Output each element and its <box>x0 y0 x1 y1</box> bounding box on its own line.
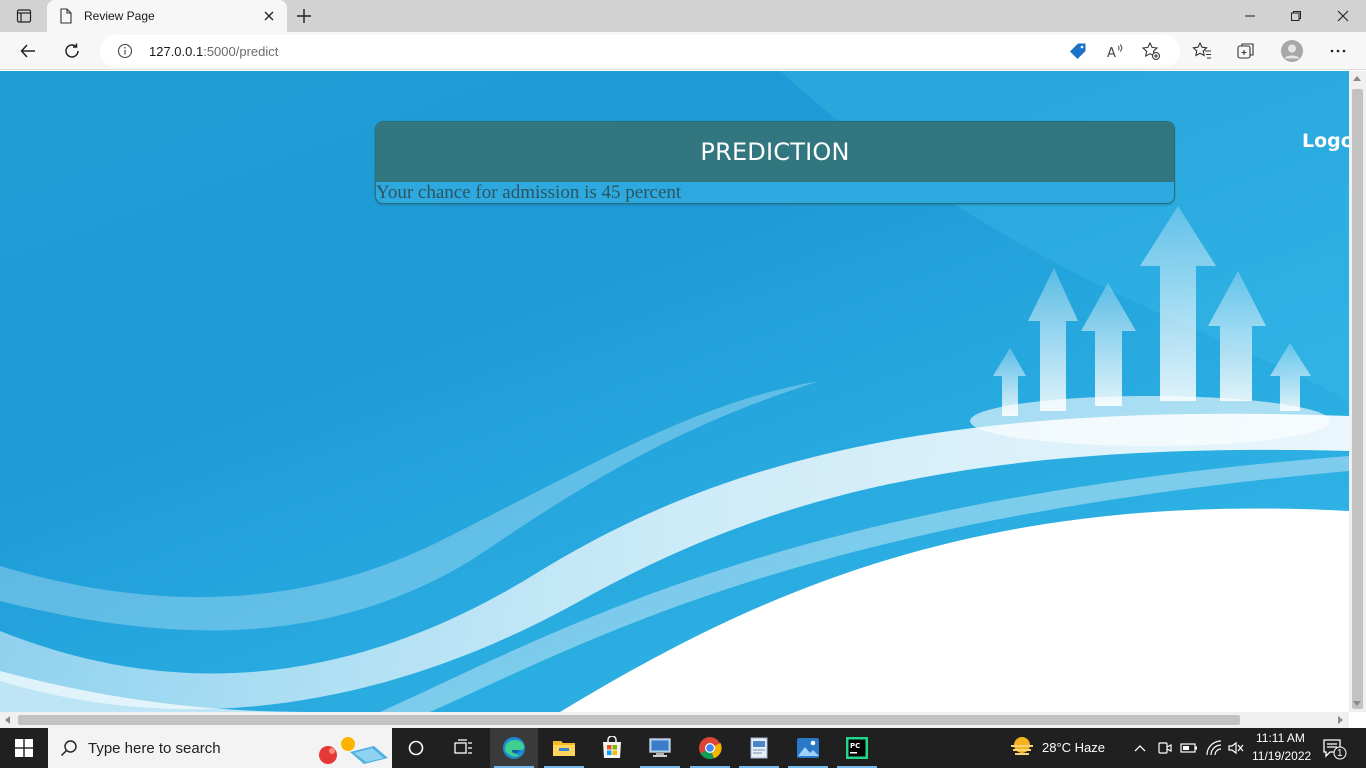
meet-now-icon[interactable] <box>1157 740 1173 761</box>
search-icon <box>60 739 78 762</box>
vertical-scrollbar[interactable] <box>1349 71 1366 712</box>
favorites-icon[interactable] <box>1190 39 1214 63</box>
chevron-up-icon[interactable] <box>1133 741 1147 760</box>
notepad-app-icon[interactable] <box>735 728 783 768</box>
read-aloud-icon[interactable]: A <box>1105 41 1125 61</box>
refresh-icon[interactable] <box>60 39 84 63</box>
horizontal-scroll-thumb[interactable] <box>18 715 1240 725</box>
notification-count-badge: 1 <box>1337 748 1343 759</box>
microsoft-store-icon[interactable] <box>588 728 636 768</box>
site-info-icon[interactable] <box>117 43 133 64</box>
wifi-icon[interactable] <box>1205 739 1223 762</box>
close-window-icon[interactable] <box>1320 0 1366 32</box>
page-icon <box>59 8 73 29</box>
tab-strip: Review Page <box>0 0 1366 32</box>
weather-text[interactable]: 28°C Haze <box>1042 740 1105 755</box>
browser-toolbar: 127.0.0.1:5000/predict A <box>0 32 1366 70</box>
page-viewport: PREDICTION Your chance for admission is … <box>0 71 1349 712</box>
scroll-up-icon[interactable] <box>1353 76 1361 81</box>
battery-icon[interactable] <box>1180 740 1198 761</box>
edge-browser-icon[interactable] <box>490 728 538 768</box>
scroll-down-icon[interactable] <box>1353 701 1361 706</box>
minimize-icon[interactable] <box>1227 0 1273 32</box>
prediction-title: PREDICTION <box>700 138 850 166</box>
collections-icon[interactable] <box>1234 39 1258 63</box>
prediction-card-header: PREDICTION <box>376 122 1174 182</box>
address-bar[interactable]: 127.0.0.1:5000/predict A <box>100 35 1180 67</box>
restore-icon[interactable] <box>1273 0 1319 32</box>
horizontal-scrollbar[interactable] <box>0 712 1349 728</box>
more-options-icon[interactable] <box>1326 39 1350 63</box>
notification-center-icon[interactable] <box>1322 738 1348 765</box>
search-highlight-icon <box>314 730 390 768</box>
windows-start-icon[interactable] <box>0 728 48 768</box>
file-explorer-icon[interactable] <box>540 728 588 768</box>
url-path: :5000/predict <box>203 44 279 59</box>
cortana-icon[interactable] <box>392 728 440 768</box>
new-tab-icon[interactable] <box>294 6 314 26</box>
svg-text:PC: PC <box>850 742 860 750</box>
svg-text:A: A <box>1107 46 1116 60</box>
volume-muted-icon[interactable] <box>1227 740 1245 761</box>
url-text: 127.0.0.1:5000/predict <box>149 44 278 59</box>
close-tab-icon[interactable] <box>261 8 277 24</box>
tab-actions-icon[interactable] <box>8 4 40 28</box>
pycharm-icon[interactable]: PC <box>833 728 881 768</box>
add-favorite-icon[interactable] <box>1141 41 1161 61</box>
vertical-scroll-thumb[interactable] <box>1352 89 1363 709</box>
prediction-result-text: Your chance for admission is 45 percent <box>376 182 682 203</box>
task-view-icon[interactable] <box>440 728 488 768</box>
weather-haze-icon[interactable] <box>1009 735 1035 764</box>
screen: Review Page 127.0.0.1:5000/predict A PRE… <box>0 0 1366 768</box>
taskbar-search-box[interactable]: Type here to search <box>48 728 392 768</box>
search-placeholder: Type here to search <box>88 740 221 757</box>
clock-date[interactable]: 11/19/2022 <box>1252 749 1311 763</box>
clock-time[interactable]: 11:11 AM <box>1256 731 1305 745</box>
shopping-tag-icon[interactable] <box>1068 41 1088 61</box>
tab-title: Review Page <box>84 9 155 23</box>
url-host: 127.0.0.1 <box>149 44 204 59</box>
profile-avatar-icon[interactable] <box>1280 39 1304 63</box>
chrome-icon[interactable] <box>686 728 734 768</box>
scroll-right-icon[interactable] <box>1338 716 1343 724</box>
remote-desktop-icon[interactable] <box>636 728 684 768</box>
photos-icon[interactable] <box>784 728 832 768</box>
prediction-card: PREDICTION Your chance for admission is … <box>375 121 1175 204</box>
browser-tab[interactable]: Review Page <box>47 0 287 32</box>
taskbar: Type here to search PC 28°C Haze 11:11 A… <box>0 728 1366 768</box>
logout-link[interactable]: Logou <box>1302 130 1349 152</box>
scroll-left-icon[interactable] <box>5 716 10 724</box>
back-icon[interactable] <box>16 39 40 63</box>
